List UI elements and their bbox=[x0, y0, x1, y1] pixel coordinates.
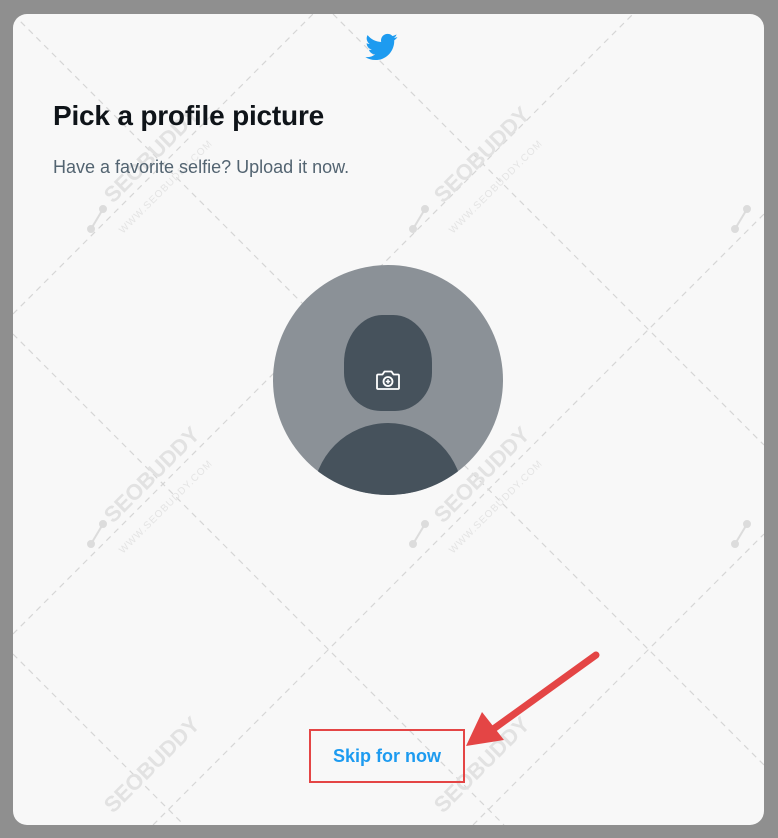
skip-for-now-button[interactable]: Skip for now bbox=[313, 735, 461, 777]
watermark-url: WWW.SEOBUDDY.COM bbox=[117, 458, 215, 556]
page-title: Pick a profile picture bbox=[53, 100, 325, 131]
camera-plus-icon[interactable] bbox=[375, 368, 401, 392]
watermark-text: SEOBUDDY bbox=[99, 711, 205, 817]
watermark-text: SEOBUDDY bbox=[429, 101, 535, 207]
watermark-url: WWW.SEOBUDDY.COM bbox=[447, 138, 545, 236]
watermark-url: WWW.SEOBUDDY.COM bbox=[117, 138, 215, 236]
watermark-url: WWW.SEOBUDDY.COM bbox=[447, 458, 545, 556]
profile-picture-dialog: SEOBUDDY SEOBUDDY SEOBUDDY SEOBUDDY SEOB… bbox=[13, 14, 764, 825]
avatar-upload[interactable] bbox=[273, 265, 503, 495]
watermark-text: SEOBUDDY bbox=[99, 421, 205, 527]
page-subtitle: Have a favorite selfie? Upload it now. bbox=[53, 157, 350, 177]
twitter-bird-icon bbox=[365, 33, 398, 61]
avatar-body bbox=[313, 423, 463, 495]
avatar-head bbox=[344, 315, 432, 411]
